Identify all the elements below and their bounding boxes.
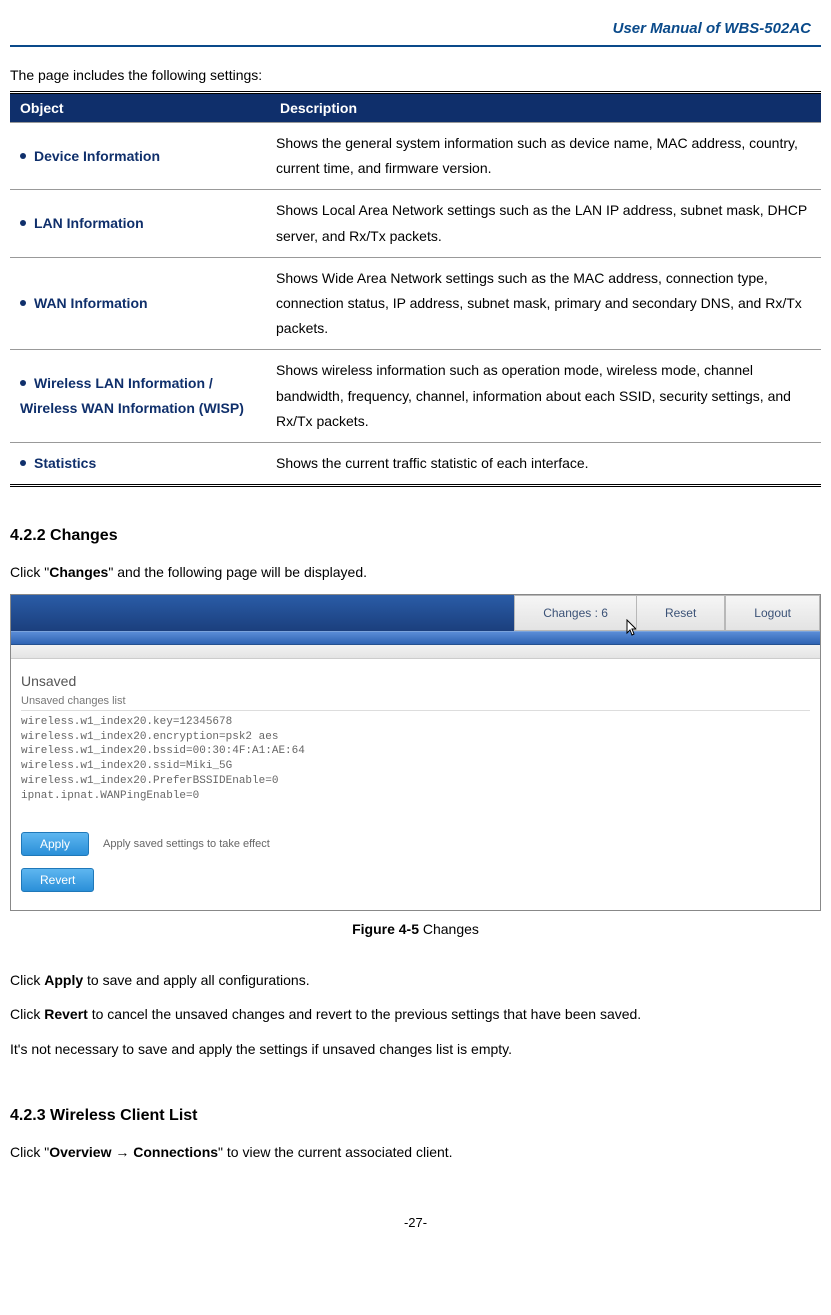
text: " and the following page will be display… — [108, 564, 367, 580]
section-heading-wireless-client: 4.2.3 Wireless Client List — [10, 1107, 821, 1125]
table-row: WAN Information Shows Wide Area Network … — [10, 257, 821, 350]
unsaved-title: Unsaved — [21, 673, 810, 689]
changes-tab[interactable]: Changes : 6 — [514, 595, 636, 631]
text: " to view the current associated client. — [218, 1144, 453, 1160]
unsaved-subtitle: Unsaved changes list — [21, 695, 810, 711]
bold-text: Revert — [44, 1006, 88, 1022]
revert-button[interactable]: Revert — [21, 868, 94, 892]
table-row: LAN Information Shows Local Area Network… — [10, 190, 821, 257]
apply-paragraph: Click Apply to save and apply all config… — [10, 967, 821, 994]
description-cell: Shows the current traffic statistic of e… — [270, 442, 821, 485]
description-cell: Shows wireless information such as opera… — [270, 350, 821, 443]
topbar: Changes : 6 Reset Logout — [11, 595, 820, 631]
table-row: Statistics Shows the current traffic sta… — [10, 442, 821, 485]
text: Click — [10, 972, 44, 988]
reset-tab[interactable]: Reset — [636, 595, 725, 631]
apply-description: Apply saved settings to take effect — [103, 838, 270, 850]
grey-bar — [11, 645, 820, 659]
figure-caption: Figure 4-5 Changes — [10, 921, 821, 937]
text: Click — [10, 1006, 44, 1022]
description-cell: Shows Wide Area Network settings such as… — [270, 257, 821, 350]
screenshot-changes: Changes : 6 Reset Logout Unsaved Unsaved… — [10, 594, 821, 911]
bullet-icon — [20, 460, 26, 466]
object-label: LAN Information — [34, 215, 144, 231]
settings-table: Object Description Device Information Sh… — [10, 91, 821, 487]
blue-bar — [11, 631, 820, 645]
description-cell: Shows Local Area Network settings such a… — [270, 190, 821, 257]
page-header: User Manual of WBS-502AC — [10, 20, 821, 47]
th-object: Object — [10, 93, 270, 123]
object-label: Device Information — [34, 148, 160, 164]
bold-text: Changes — [49, 564, 108, 580]
bold-text: Overview — [49, 1144, 111, 1160]
caption-text: Changes — [419, 921, 479, 937]
th-description: Description — [270, 93, 821, 123]
section-heading-changes: 4.2.2 Changes — [10, 527, 821, 545]
description-cell: Shows the general system information suc… — [270, 123, 821, 190]
bold-text: Connections — [133, 1144, 218, 1160]
tab-label: Changes : 6 — [543, 606, 608, 620]
text: Click " — [10, 1144, 49, 1160]
text: to cancel the unsaved changes and revert… — [88, 1006, 641, 1022]
revert-paragraph: Click Revert to cancel the unsaved chang… — [10, 1001, 821, 1028]
bold-text: Apply — [44, 972, 83, 988]
apply-button[interactable]: Apply — [21, 832, 89, 856]
caption-bold: Figure 4-5 — [352, 921, 419, 937]
arrow-icon: → — [111, 1144, 133, 1160]
object-label: Wireless LAN Information / Wireless WAN … — [20, 375, 244, 416]
text: Click " — [10, 564, 49, 580]
wireless-client-intro: Click "Overview → Connections" to view t… — [10, 1139, 821, 1166]
text: to save and apply all configurations. — [83, 972, 309, 988]
bullet-icon — [20, 380, 26, 386]
unsaved-list: wireless.w1_index20.key=12345678 wireles… — [21, 715, 810, 804]
intro-text: The page includes the following settings… — [10, 67, 821, 83]
object-label: WAN Information — [34, 295, 148, 311]
table-row: Wireless LAN Information / Wireless WAN … — [10, 350, 821, 443]
bullet-icon — [20, 220, 26, 226]
bullet-icon — [20, 153, 26, 159]
changes-intro: Click "Changes" and the following page w… — [10, 559, 821, 586]
object-label: Statistics — [34, 455, 96, 471]
note-paragraph: It's not necessary to save and apply the… — [10, 1036, 821, 1063]
table-row: Device Information Shows the general sys… — [10, 123, 821, 190]
page-number: -27- — [10, 1215, 821, 1230]
logout-tab[interactable]: Logout — [725, 595, 820, 631]
bullet-icon — [20, 300, 26, 306]
